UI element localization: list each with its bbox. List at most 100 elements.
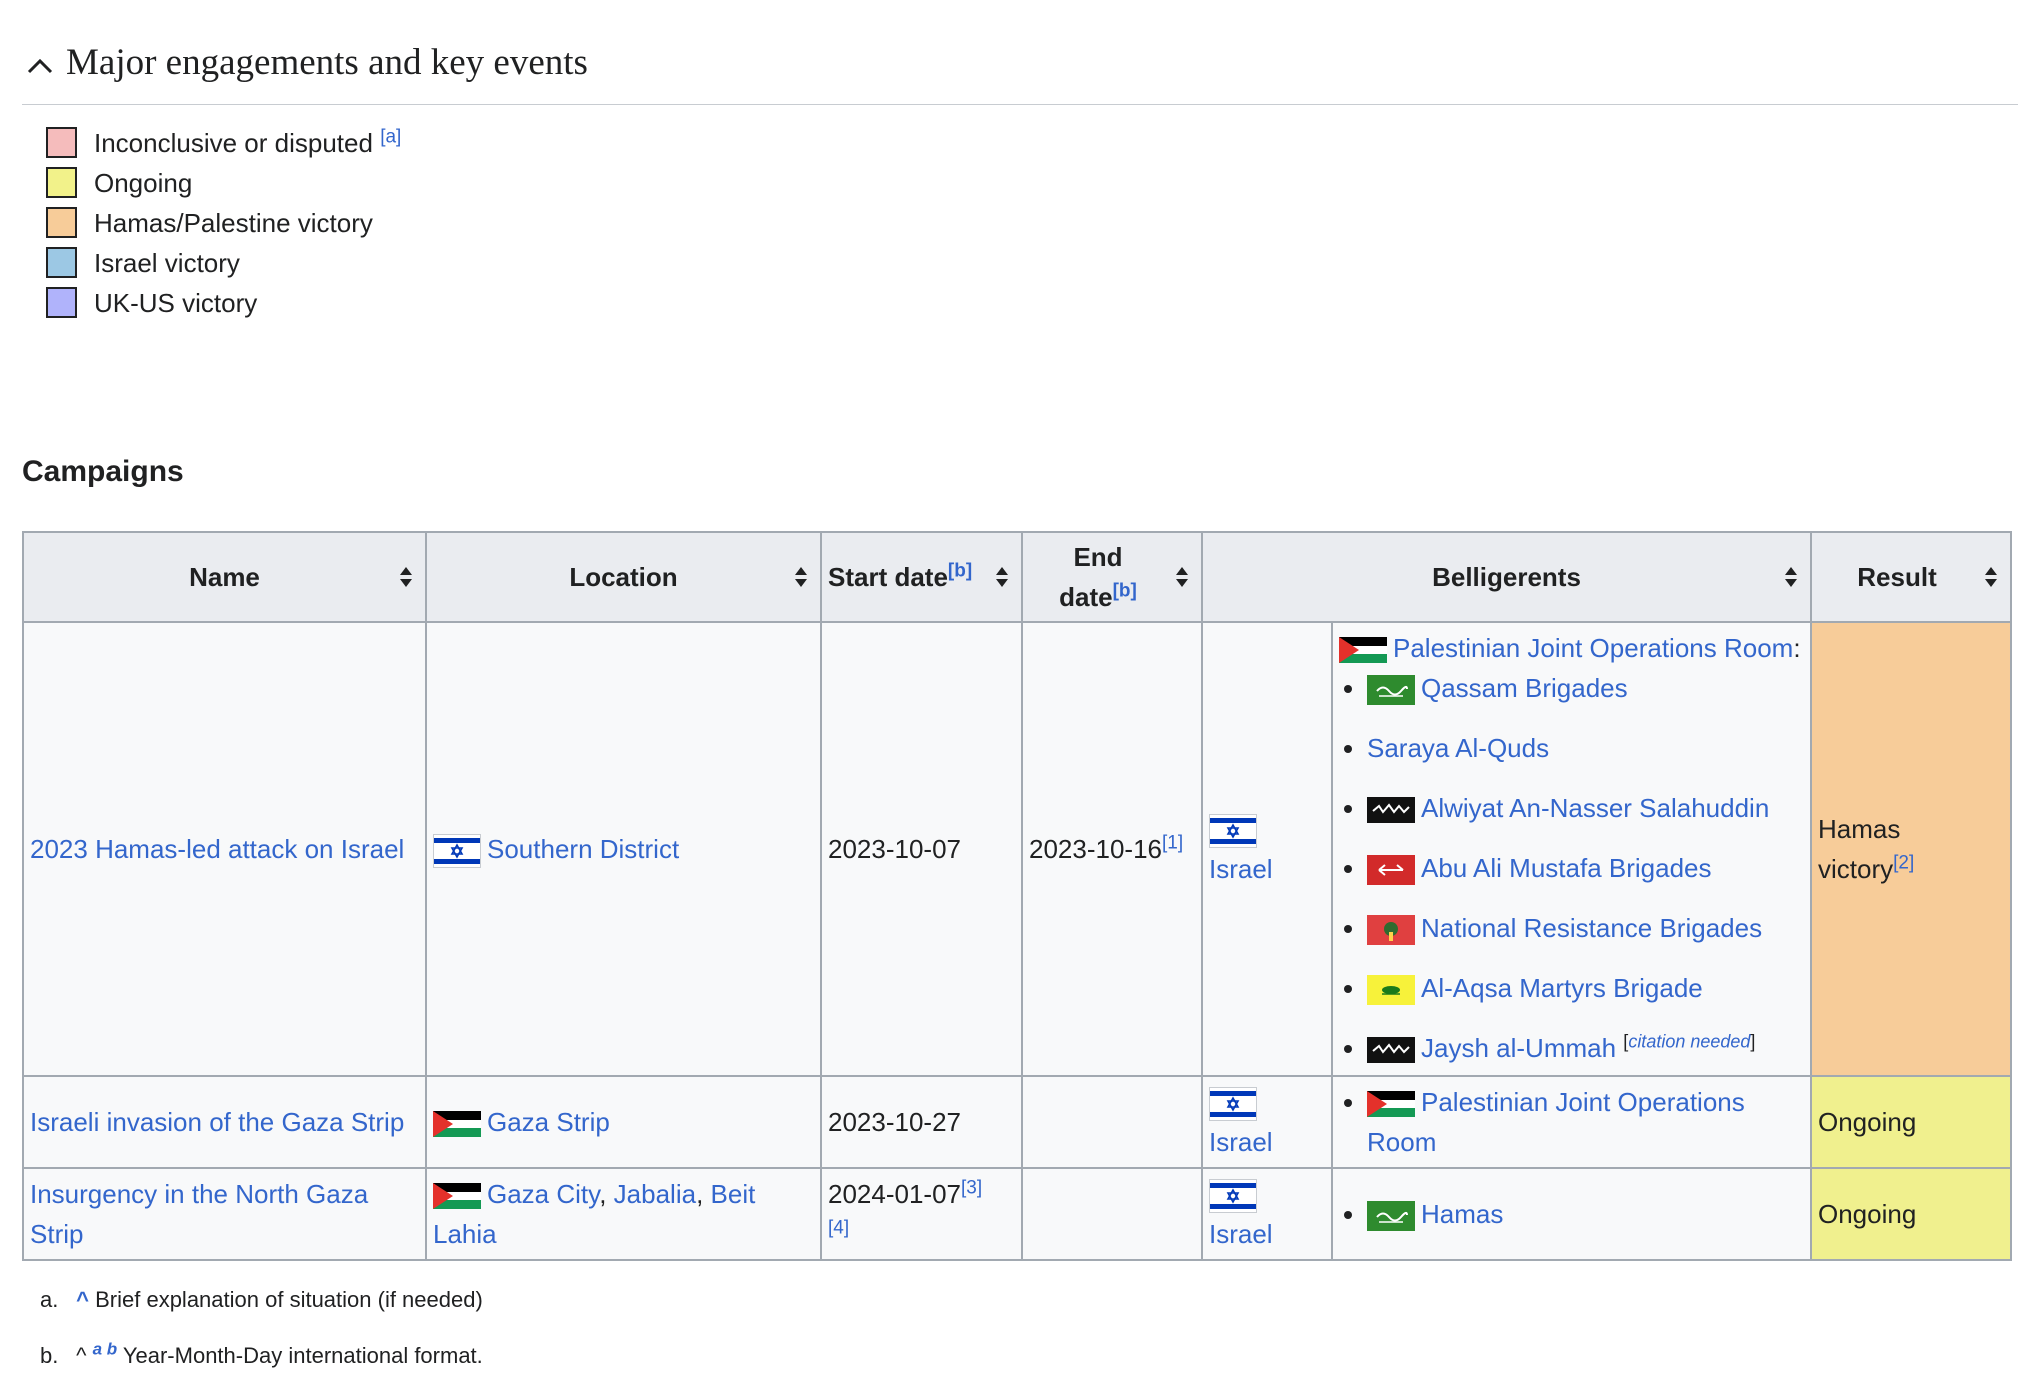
list-item: Alwiyat An-Nasser Salahuddin <box>1367 788 1804 828</box>
belligerent-a-cell: Israel <box>1201 1075 1333 1169</box>
belligerent-link[interactable]: Saraya Al-Quds <box>1367 733 1549 763</box>
list-item: Abu Ali Mustafa Brigades <box>1367 848 1804 888</box>
list-item: National Resistance Brigades <box>1367 908 1804 948</box>
footnote-b: b. ^ a b Year-Month-Day international fo… <box>40 1340 483 1396</box>
belligerent-link[interactable]: Qassam Brigades <box>1421 673 1628 703</box>
section-title: Major engagements and key events <box>66 42 588 83</box>
start-date-cell: 2023-10-07 <box>820 621 1023 1077</box>
footnote-a: a. ^ Brief explanation of situation (if … <box>40 1284 483 1340</box>
column-header-label: Location <box>569 562 678 592</box>
column-header-label: Start date[b] <box>828 560 973 592</box>
result-cell: Ongoing <box>1810 1167 2012 1261</box>
list-item: Al-Aqsa Martyrs Brigade <box>1367 968 1804 1008</box>
list-item: Hamas <box>1367 1194 1804 1234</box>
belligerent-b-cell: Palestinian Joint Operations Room: Qassa… <box>1331 621 1812 1077</box>
legend-label: UK-US victory <box>94 288 258 318</box>
column-header-belligerents[interactable]: Belligerents <box>1201 531 1812 623</box>
black-banner-flag-icon <box>1367 1037 1415 1063</box>
belligerent-link[interactable]: National Resistance Brigades <box>1421 913 1762 943</box>
campaign-name-cell: Insurgency in the North Gaza Strip <box>22 1167 427 1261</box>
column-header-start-date[interactable]: Start date[b] <box>820 531 1023 623</box>
footnote-ref-1[interactable]: [1] <box>1162 832 1183 853</box>
sort-arrows-icon[interactable] <box>399 566 413 588</box>
palestine-flag-icon <box>1367 1091 1415 1117</box>
start-date-cell: 2023-10-27 <box>820 1075 1023 1169</box>
belligerent-group-link[interactable]: Palestinian Joint Operations Room <box>1393 633 1793 663</box>
belligerent-link[interactable]: Palestinian Joint Operations Room <box>1367 1087 1745 1157</box>
sort-arrows-icon[interactable] <box>794 566 808 588</box>
qassam-flag-icon <box>1367 1201 1415 1231</box>
footnote-mark: b. <box>40 1343 59 1368</box>
end-date-cell <box>1021 1167 1203 1261</box>
chevron-up-icon[interactable] <box>26 52 54 80</box>
column-header-label: Name <box>189 562 260 592</box>
campaign-link[interactable]: 2023 Hamas-led attack on Israel <box>30 834 404 864</box>
legend-label: Hamas/Palestine victory <box>94 208 373 238</box>
footnote-ref-2[interactable]: [2] <box>1893 852 1914 873</box>
location-cell: Southern District <box>425 621 822 1077</box>
belligerent-link[interactable]: Jaysh al-Ummah <box>1421 1033 1616 1063</box>
belligerent-link-israel[interactable]: Israel <box>1209 854 1273 884</box>
sort-arrows-icon[interactable] <box>1784 566 1798 588</box>
belligerent-list: Qassam Brigades Saraya Al-Quds Alwiyat A… <box>1339 668 1804 1068</box>
result-cell: Hamas victory[2] <box>1810 621 2012 1077</box>
legend-label: Inconclusive or disputed <box>94 128 373 158</box>
list-item: Saraya Al-Quds <box>1367 728 1804 768</box>
legend-swatch <box>46 167 77 198</box>
campaigns-heading: Campaigns <box>22 455 184 488</box>
list-item: Palestinian Joint OperationsRoom <box>1367 1082 1804 1162</box>
table-row: Insurgency in the North Gaza Strip Gaza C… <box>22 1167 2012 1261</box>
footnote-ref-3[interactable]: [3] <box>961 1177 982 1198</box>
campaign-link[interactable]: Israeli invasion of the Gaza Strip <box>30 1107 404 1137</box>
footnote-ref-4[interactable]: [4] <box>828 1217 849 1238</box>
table-header-row: Name Location Start date[b] End date[b] B… <box>22 531 2012 623</box>
palestine-flag-icon <box>1339 637 1387 663</box>
footnote-ref-b[interactable]: [b] <box>1113 580 1137 601</box>
location-link[interactable]: Gaza Strip <box>487 1107 610 1137</box>
location-link[interactable]: Jabalia <box>614 1179 696 1209</box>
column-header-name[interactable]: Name <box>22 531 427 623</box>
legend-swatch <box>46 207 77 238</box>
legend-label: Israel victory <box>94 248 240 278</box>
location-cell: Gaza Strip <box>425 1075 822 1169</box>
location-link[interactable]: Gaza City <box>487 1179 599 1209</box>
belligerent-b-cell: Hamas <box>1331 1167 1812 1261</box>
column-header-end-date[interactable]: End date[b] <box>1021 531 1203 623</box>
national-resistance-flag-icon <box>1367 915 1415 945</box>
belligerent-link-israel[interactable]: Israel <box>1209 1127 1273 1157</box>
column-header-result[interactable]: Result <box>1810 531 2012 623</box>
israel-flag-icon <box>433 834 481 868</box>
qassam-flag-icon <box>1367 675 1415 705</box>
sort-arrows-icon[interactable] <box>1984 566 1998 588</box>
al-aqsa-flag-icon <box>1367 975 1415 1005</box>
belligerent-link[interactable]: Alwiyat An-Nasser Salahuddin <box>1421 793 1769 823</box>
citation-needed-link[interactable]: citation needed <box>1628 1031 1750 1051</box>
campaign-link[interactable]: Insurgency in the North Gaza Strip <box>30 1179 368 1249</box>
footnote-backlink[interactable]: ^ <box>76 1287 89 1312</box>
column-header-label: Result <box>1857 562 1937 592</box>
column-header-label: End date[b] <box>1059 542 1137 612</box>
belligerent-link-israel[interactable]: Israel <box>1209 1219 1273 1249</box>
belligerent-link[interactable]: Hamas <box>1421 1199 1503 1229</box>
belligerent-link[interactable]: Abu Ali Mustafa Brigades <box>1421 853 1712 883</box>
legend-swatch <box>46 247 77 278</box>
table-row: Israeli invasion of the Gaza Strip Gaza … <box>22 1075 2012 1169</box>
column-header-location[interactable]: Location <box>425 531 822 623</box>
sort-arrows-icon[interactable] <box>1175 566 1189 588</box>
footnote-ref-a[interactable]: [a] <box>380 126 401 147</box>
israel-flag-icon <box>1209 1087 1257 1121</box>
footnote-backlinks[interactable]: a b <box>93 1340 118 1359</box>
footnote-text: Year-Month-Day international format. <box>122 1343 483 1368</box>
location-cell: Gaza City, Jabalia, Beit Lahia <box>425 1167 822 1261</box>
footnote-ref-b[interactable]: [b] <box>948 560 972 581</box>
belligerent-link[interactable]: Al-Aqsa Martyrs Brigade <box>1421 973 1703 1003</box>
legend-label: Ongoing <box>94 168 193 198</box>
campaign-name-cell: Israeli invasion of the Gaza Strip <box>22 1075 427 1169</box>
section-header: Major engagements and key events <box>22 36 2018 105</box>
belligerent-list: Hamas <box>1339 1194 1804 1234</box>
footnotes: a. ^ Brief explanation of situation (if … <box>40 1284 483 1396</box>
footnote-mark: a. <box>40 1287 59 1312</box>
location-link[interactable]: Southern District <box>487 834 679 864</box>
sort-arrows-icon[interactable] <box>995 566 1009 588</box>
table-row: 2023 Hamas-led attack on Israel Southern… <box>22 621 2012 1077</box>
